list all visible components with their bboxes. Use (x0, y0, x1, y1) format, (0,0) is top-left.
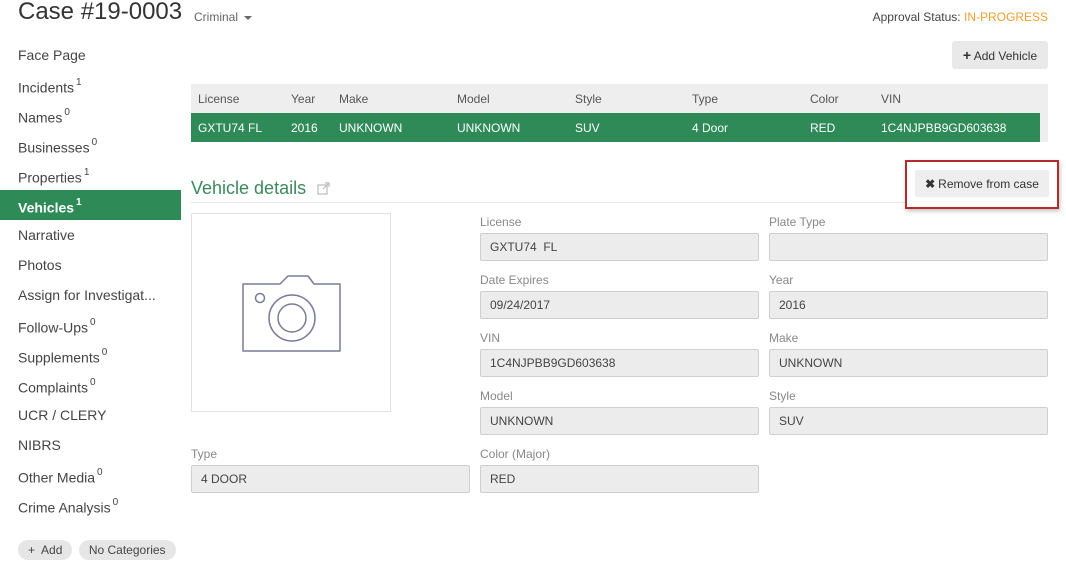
table-cell: 2016 (291, 120, 318, 135)
count-badge: 0 (64, 107, 70, 118)
approval-status: Approval Status: IN-PROGRESS (873, 10, 1048, 24)
count-badge: 0 (90, 377, 96, 388)
count-badge: 0 (97, 467, 103, 478)
plus-icon: + (28, 543, 39, 557)
count-badge: 0 (90, 317, 96, 328)
table-row[interactable]: GXTU74 FL 2016 UNKNOWN UNKNOWN SUV 4 Doo… (191, 113, 1040, 142)
model-field[interactable]: UNKNOWN (480, 407, 759, 435)
sidebar-item-ucr-clery[interactable]: UCR / CLERY (0, 400, 181, 430)
case-title: Case #19-0003 (18, 0, 183, 25)
sidebar-item-narrative[interactable]: Narrative (0, 220, 181, 250)
approval-status-value: IN-PROGRESS (963, 10, 1048, 24)
sidebar-item-nibrs[interactable]: NIBRS (0, 430, 181, 460)
table-cell: UNKNOWN (457, 120, 521, 135)
caret-down-icon (244, 15, 253, 20)
case-type-dropdown[interactable]: Criminal (194, 10, 253, 24)
sidebar-item-complaints[interactable]: Complaints 0 (0, 370, 181, 400)
sidebar-item-other-media[interactable]: Other Media 0 (0, 460, 181, 490)
sidebar-footer: + Add No Categories (18, 540, 178, 560)
section-title: Vehicle details (191, 178, 330, 200)
sidebar-item-follow-ups[interactable]: Follow-Ups 0 (0, 310, 181, 340)
sidebar-item-photos[interactable]: Photos (0, 250, 181, 280)
table-cell: 1C4NJPBB9GD603638 (881, 120, 1007, 135)
table-header-row: License Year Make Model Style Type Color… (191, 84, 1048, 113)
column-header[interactable]: Color (803, 92, 874, 106)
categories-button[interactable]: No Categories (78, 540, 176, 560)
sidebar-item-crime-analysis[interactable]: Crime Analysis 0 (0, 490, 181, 520)
style-label: Style (769, 389, 796, 403)
sidebar-item-names[interactable]: Names 0 (0, 100, 181, 130)
remove-highlight: ✖ Remove from case (905, 160, 1059, 209)
camera-icon (242, 275, 341, 352)
sidebar-item-vehicles[interactable]: Vehicles 1 (0, 190, 181, 220)
table-cell: RED (810, 120, 836, 135)
column-header[interactable]: Make (332, 92, 450, 106)
style-field[interactable]: SUV (769, 407, 1048, 435)
make-label: Make (769, 331, 799, 345)
plate-type-label: Plate Type (769, 215, 826, 229)
column-header[interactable]: Year (284, 92, 332, 106)
close-icon: ✖ (925, 176, 936, 191)
column-header[interactable]: License (191, 92, 284, 106)
case-type-label: Criminal (194, 10, 239, 24)
table-cell: GXTU74 FL (198, 120, 263, 135)
count-badge: 0 (112, 497, 119, 508)
table-cell: 4 Door (692, 120, 729, 135)
count-badge: 0 (101, 347, 108, 358)
remove-from-case-button[interactable]: ✖ Remove from case (915, 170, 1049, 197)
sidebar-item-incidents[interactable]: Incidents 1 (0, 70, 181, 100)
year-field[interactable]: 2016 (769, 291, 1048, 319)
table-cell: SUV (575, 120, 600, 135)
date-expires-field[interactable]: 09/24/2017 (480, 291, 759, 319)
vehicle-photo-placeholder[interactable] (191, 213, 391, 412)
count-badge: 1 (76, 197, 82, 208)
sidebar-item-supplements[interactable]: Supplements 0 (0, 340, 181, 370)
sidebar-nav: Face Page Incidents 1 Names 0 Businesses 0 … (0, 40, 181, 520)
vin-field[interactable]: 1C4NJPBB9GD603638 (480, 349, 759, 377)
sidebar-item-assign-for-investigation[interactable]: Assign for Investigat... (0, 280, 181, 310)
table-cell: UNKNOWN (339, 120, 403, 135)
sidebar-item-businesses[interactable]: Businesses 0 (0, 130, 181, 160)
type-label: Type (191, 447, 218, 461)
column-header[interactable]: Model (450, 92, 568, 106)
year-label: Year (769, 273, 794, 287)
plus-icon: + (962, 47, 972, 63)
vin-label: VIN (480, 331, 501, 345)
color-label: Color (Major) (480, 447, 551, 461)
date-expires-label: Date Expires (480, 273, 549, 287)
license-label: License (480, 215, 522, 229)
sidebar-item-face-page[interactable]: Face Page (0, 40, 181, 70)
color-field[interactable]: RED (480, 465, 759, 493)
make-field[interactable]: UNKNOWN (769, 349, 1048, 377)
approval-status-label: Approval Status: (872, 10, 964, 24)
add-category-button[interactable]: + Add (18, 540, 73, 560)
column-header[interactable]: Style (568, 92, 685, 106)
count-badge: 1 (76, 77, 82, 88)
external-link-icon[interactable] (317, 179, 330, 200)
type-field[interactable]: 4 DOOR (191, 465, 470, 493)
count-badge: 1 (83, 167, 90, 178)
plate-type-field[interactable] (769, 233, 1048, 261)
column-header[interactable]: Type (685, 92, 803, 106)
column-header[interactable]: VIN (874, 92, 1040, 106)
sidebar-item-properties[interactable]: Properties 1 (0, 160, 181, 190)
model-label: Model (480, 389, 513, 403)
license-field[interactable]: GXTU74 FL (480, 233, 759, 261)
add-vehicle-button[interactable]: + Add Vehicle (952, 41, 1048, 69)
vehicles-table: License Year Make Model Style Type Color… (191, 84, 1048, 142)
count-badge: 0 (91, 137, 98, 148)
